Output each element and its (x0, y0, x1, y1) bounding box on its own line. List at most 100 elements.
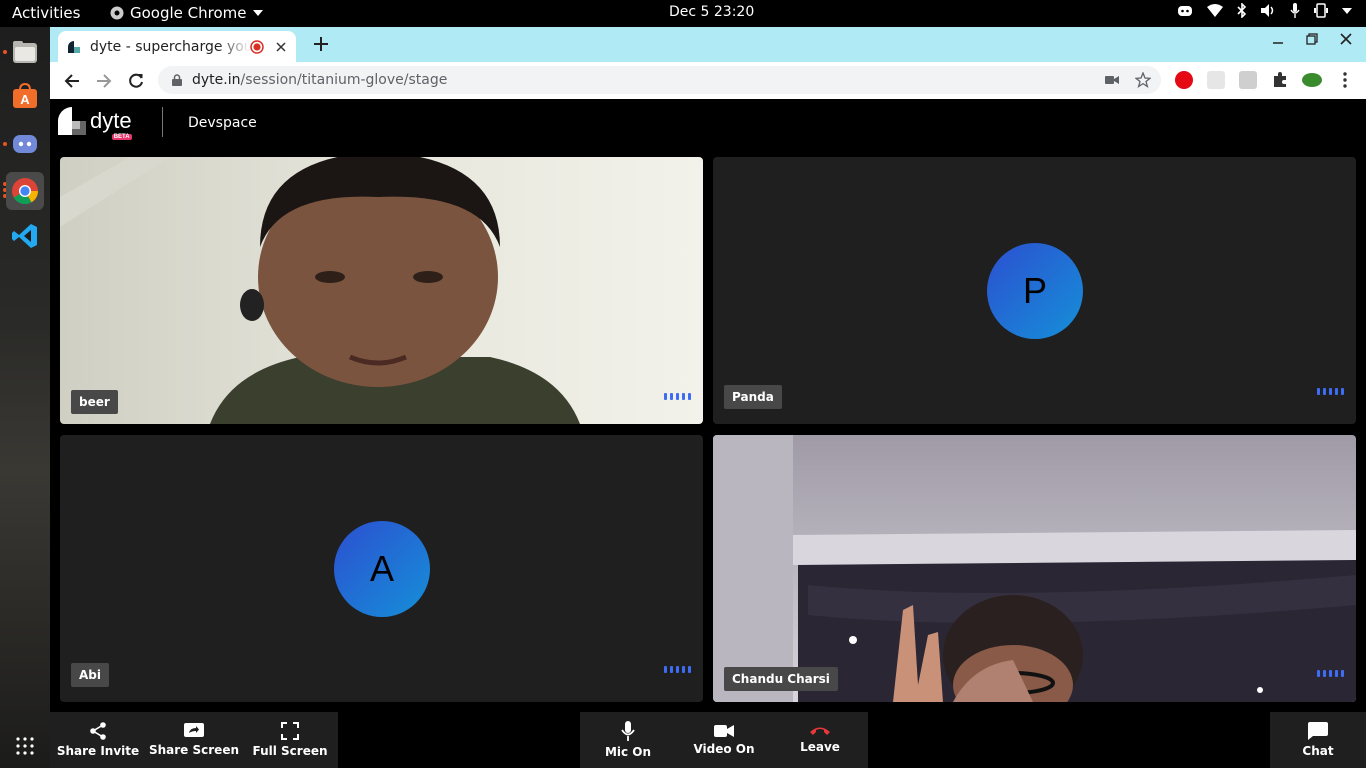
vscode-app[interactable] (6, 217, 44, 255)
bluetooth-icon (1237, 3, 1247, 18)
window-controls (1272, 33, 1352, 45)
header-divider (162, 107, 163, 137)
software-app[interactable]: A (6, 77, 44, 115)
forward-button[interactable] (93, 70, 115, 92)
participant-name: Panda (724, 385, 782, 409)
video-toggle-button[interactable]: Video On (676, 712, 772, 768)
browser-tab[interactable]: dyte - supercharge you (58, 31, 296, 62)
share-screen-button[interactable]: Share Screen (146, 712, 242, 768)
participant-tile-video[interactable]: beer (60, 157, 703, 424)
clock[interactable]: Dec 5 23:20 (669, 4, 754, 20)
control-group-center: Mic On Video On Leave (580, 712, 868, 768)
svg-text:A: A (20, 92, 30, 107)
leave-label: Leave (800, 740, 840, 754)
dyte-favicon (68, 40, 80, 53)
logo-text: dyte (90, 108, 132, 133)
audio-level-indicator (1317, 388, 1344, 395)
maximize-icon[interactable] (1306, 33, 1318, 45)
tab-strip: dyte - supercharge you (50, 27, 1366, 62)
chrome-icon (110, 6, 124, 20)
url-host: dyte.in (192, 72, 241, 88)
lock-icon (172, 74, 182, 86)
chat-icon (1308, 722, 1328, 740)
share-screen-label: Share Screen (148, 743, 239, 757)
copy-extension-icon[interactable] (1207, 71, 1225, 89)
participant-avatar: P (987, 243, 1083, 339)
chrome-app[interactable] (6, 172, 44, 210)
participant-name: Chandu Charsi (724, 667, 838, 691)
chrome-icon (12, 178, 39, 205)
adblock-extension-icon[interactable] (1175, 71, 1193, 89)
discord-tray-icon (1178, 5, 1192, 16)
chat-label: Chat (1302, 744, 1334, 758)
app-menu[interactable]: Google Chrome (110, 4, 263, 22)
audio-level-indicator (1317, 670, 1344, 677)
more-menu-icon[interactable] (1336, 71, 1354, 89)
mic-toggle-button[interactable]: Mic On (580, 712, 676, 768)
discord-icon (13, 135, 37, 153)
wifi-icon (1207, 4, 1223, 17)
participant-name: Abi (71, 663, 109, 687)
reload-button[interactable] (125, 70, 147, 92)
participant-tile-avatar[interactable]: A Abi (60, 435, 703, 702)
full-screen-button[interactable]: Full Screen (242, 712, 338, 768)
mic-icon (621, 721, 635, 741)
room-name: Devspace (188, 115, 257, 131)
dyte-logo[interactable]: dyte BETA (58, 107, 132, 140)
profile-avatar[interactable] (1302, 73, 1322, 87)
app-name: Google Chrome (130, 4, 247, 22)
new-tab-icon[interactable] (314, 37, 328, 51)
leave-button[interactable]: Leave (772, 712, 868, 768)
extensions-puzzle-icon[interactable] (1271, 71, 1289, 89)
toggle-extension-icon[interactable] (1239, 71, 1257, 89)
beta-badge: BETA (111, 134, 132, 140)
video-label: Video On (693, 742, 755, 756)
participant-tile-avatar[interactable]: P Panda (713, 157, 1356, 424)
control-group-right: Chat (1270, 712, 1366, 768)
dyte-logo-mark (58, 107, 86, 135)
close-window-icon[interactable] (1340, 33, 1352, 45)
system-tray[interactable] (1177, 3, 1352, 18)
screen-share-icon (184, 723, 204, 737)
control-group-left: Share Invite Share Screen Full Screen (50, 712, 338, 768)
tab-title: dyte - supercharge you (90, 38, 250, 55)
software-store-icon: A (13, 83, 37, 108)
mic-label: Mic On (604, 745, 652, 759)
camera-in-use-icon[interactable] (1105, 75, 1119, 85)
share-invite-button[interactable]: Share Invite (50, 712, 146, 768)
discord-app[interactable] (6, 125, 44, 163)
hang-up-icon (810, 727, 830, 735)
close-tab-icon[interactable] (276, 41, 286, 52)
back-button[interactable] (61, 70, 83, 92)
volume-icon (1261, 4, 1274, 17)
url-path: /session/titanium-glove/stage (240, 72, 448, 88)
share-invite-label: Share Invite (56, 744, 140, 758)
recording-icon (250, 39, 264, 54)
activities-button[interactable]: Activities (12, 4, 80, 22)
chat-button[interactable]: Chat (1270, 712, 1366, 768)
control-bar: Share Invite Share Screen Full Screen Mi… (50, 712, 1366, 768)
reload-icon (129, 73, 143, 88)
participant-tile-video[interactable]: Chandu Charsi (713, 435, 1356, 702)
show-applications-button[interactable] (6, 727, 44, 765)
video-feed (60, 157, 703, 424)
address-bar[interactable]: dyte.in/session/titanium-glove/stage (158, 66, 1161, 94)
system-top-bar: Activities Google Chrome Dec 5 23:20 (0, 0, 1366, 27)
minimize-icon[interactable] (1272, 33, 1284, 45)
battery-icon (1314, 3, 1328, 18)
back-arrow-icon (64, 74, 79, 88)
dock: A (0, 27, 50, 768)
chevron-down-icon (252, 10, 263, 16)
microphone-tray-icon (1290, 3, 1300, 18)
system-menu-chevron-icon (1342, 7, 1352, 14)
share-icon (90, 722, 106, 740)
dyte-meeting: dyte BETA Devspace beer P Panda A Abi Ch… (50, 99, 1366, 768)
video-feed (713, 435, 1356, 702)
video-camera-icon (714, 725, 734, 737)
participant-name: beer (71, 390, 118, 414)
app-header: dyte BETA Devspace (50, 99, 1366, 147)
audio-level-indicator (664, 393, 691, 400)
files-app[interactable] (6, 33, 44, 71)
fullscreen-icon (281, 722, 299, 740)
bookmark-star-icon[interactable] (1135, 72, 1151, 88)
